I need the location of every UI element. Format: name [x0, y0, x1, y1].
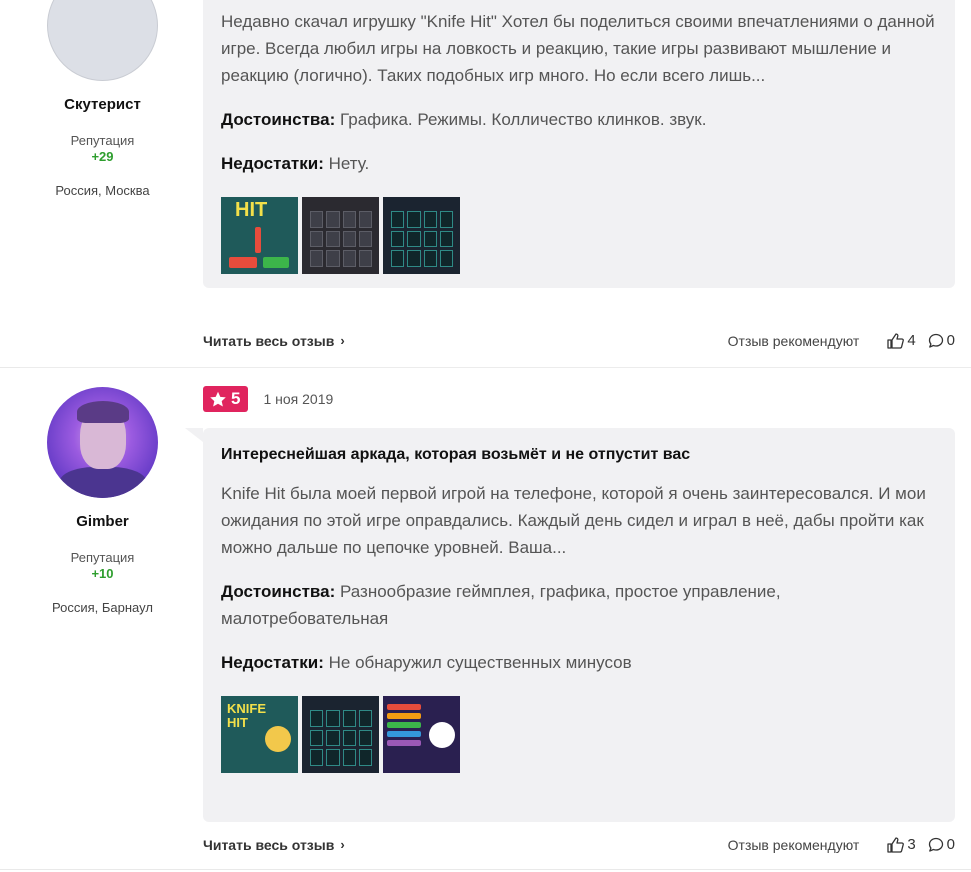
avatar[interactable] [47, 0, 158, 81]
review-image-thumbnail[interactable] [383, 696, 460, 773]
review-images: KNIFE HIT [221, 696, 937, 773]
read-more-label: Читать весь отзыв [203, 332, 335, 349]
review-image-thumbnail[interactable]: KNIFE HIT [221, 696, 298, 773]
review-image-thumbnail[interactable] [302, 696, 379, 773]
like-button[interactable]: 3 [887, 836, 916, 853]
read-full-review-link[interactable]: Читать весь отзыв › [203, 837, 345, 853]
review-author: Gimber Репутация +10 Россия, Барнаул [20, 368, 185, 615]
thumb-button-shape [263, 257, 289, 268]
like-count: 3 [907, 836, 916, 853]
review-body: Интереснейшая аркада, которая возьмёт и … [185, 428, 955, 822]
comments-button[interactable]: 0 [928, 836, 955, 853]
thumb-target-shape [265, 726, 291, 752]
review-pros: Достоинства: Разнообразие геймплея, граф… [221, 578, 937, 632]
review-cons: Недостатки: Не обнаружил существенных ми… [221, 649, 937, 676]
reputation-value: +29 [91, 149, 114, 164]
review-body: Недавно скачал игрушку "Knife Hit" Хотел… [203, 0, 955, 288]
review-text[interactable]: Knife Hit была моей первой игрой на теле… [221, 480, 937, 561]
review-text[interactable]: Недавно скачал игрушку "Knife Hit" Хотел… [221, 8, 937, 89]
review-image-thumbnail[interactable] [383, 197, 460, 274]
review-divider [0, 869, 971, 870]
review-meta: 5 1 ноя 2019 [203, 386, 333, 412]
cons-label: Недостатки: [221, 653, 324, 672]
review-card: Gimber Репутация +10 Россия, Барнаул 5 1… [20, 367, 971, 867]
comment-icon [928, 837, 943, 852]
thumb-button-shape [229, 257, 257, 268]
star-icon [210, 391, 226, 407]
review-image-thumbnail[interactable]: HIT [221, 197, 298, 274]
review-footer: Читать весь отзыв › Отзыв рекомендуют 3 … [203, 836, 955, 853]
pros-text: Графика. Режимы. Колличество клинков. зв… [340, 110, 707, 129]
thumb-logo-text: KNIFE HIT [227, 701, 266, 730]
review-images: HIT [221, 197, 937, 274]
rating-value: 5 [231, 389, 241, 408]
chevron-right-icon: › [340, 837, 345, 852]
author-location: Россия, Москва [55, 183, 150, 198]
rating-badge: 5 [203, 386, 249, 412]
recommend-label: Отзыв рекомендуют [727, 332, 860, 349]
thumbs-up-icon [887, 836, 905, 853]
chevron-right-icon: › [340, 333, 345, 348]
thumbs-up-icon [887, 332, 905, 349]
reputation-value: +10 [91, 566, 114, 581]
like-button[interactable]: 4 [887, 332, 916, 349]
avatar[interactable] [47, 387, 158, 498]
comment-icon [928, 333, 943, 348]
author-location: Россия, Барнаул [52, 600, 153, 615]
comment-count: 0 [946, 332, 955, 349]
reputation-label: Репутация [70, 550, 135, 565]
thumb-menu-shapes [387, 704, 421, 746]
thumb-grid [310, 211, 372, 267]
cons-label: Недостатки: [221, 154, 324, 173]
review-image-thumbnail[interactable] [302, 197, 379, 274]
review-author: Скутерист Репутация +29 Россия, Москва [20, 0, 185, 198]
review-date: 1 ноя 2019 [263, 391, 334, 407]
comments-button[interactable]: 0 [928, 332, 955, 349]
thumb-grid [391, 211, 453, 267]
cons-text: Не обнаружил существенных минусов [328, 653, 632, 672]
review-card: Скутерист Репутация +29 Россия, Москва Н… [20, 0, 971, 367]
thumb-logo-text: HIT [235, 199, 268, 221]
review-footer: Читать весь отзыв › Отзыв рекомендуют 4 … [203, 332, 955, 349]
thumb-grid [310, 710, 372, 766]
read-more-label: Читать весь отзыв [203, 836, 335, 853]
reputation-label: Репутация [70, 133, 135, 148]
review-cons: Недостатки: Нету. [221, 150, 937, 177]
comment-count: 0 [946, 836, 955, 853]
thumb-target-shape [429, 722, 455, 748]
read-full-review-link[interactable]: Читать весь отзыв › [203, 333, 345, 349]
cons-text: Нету. [328, 154, 370, 173]
recommend-label: Отзыв рекомендуют [727, 836, 860, 853]
knife-shape [255, 227, 261, 253]
pros-label: Достоинства: [221, 110, 336, 129]
author-name[interactable]: Gimber [20, 513, 185, 530]
review-pros: Достоинства: Графика. Режимы. Колличеств… [221, 106, 937, 133]
like-count: 4 [907, 332, 916, 349]
review-title[interactable]: Интереснейшая аркада, которая возьмёт и … [221, 446, 937, 464]
author-name[interactable]: Скутерист [20, 96, 185, 113]
pros-label: Достоинства: [221, 582, 336, 601]
